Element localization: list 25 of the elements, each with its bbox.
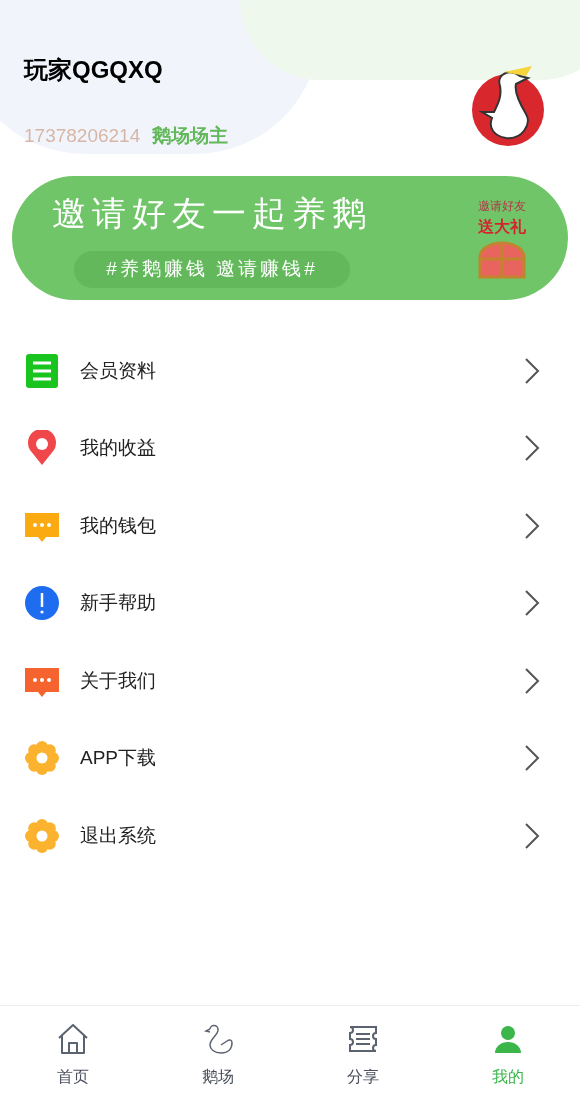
menu-item[interactable]: 我的收益 (0, 409, 580, 487)
chevron-right-icon (524, 744, 540, 773)
chevron-right-icon (524, 511, 540, 540)
menu-item[interactable]: 会员资料 (0, 332, 580, 410)
banner-subtitle: #养鹅赚钱 邀请赚钱# (74, 251, 350, 288)
user-name: 玩家QGQXQ (24, 55, 164, 85)
nav-tab[interactable]: 分享 (290, 1006, 435, 1103)
banner-badge-text: 邀请好友 (478, 198, 526, 215)
user-role: 鹅场场主 (152, 124, 229, 148)
chevron-right-icon (524, 666, 540, 695)
menu-item[interactable]: 我的钱包 (0, 487, 580, 565)
menu-item[interactable]: 关于我们 (0, 642, 580, 720)
menu-item[interactable]: 新手帮助 (0, 564, 580, 642)
menu-item[interactable]: 退出系统 (0, 797, 580, 875)
banner-title: 邀请好友一起养鹅 (52, 192, 372, 236)
menu-item[interactable]: APP下载 (0, 719, 580, 797)
nav-tab[interactable]: 鹅场 (145, 1006, 290, 1103)
chevron-right-icon (524, 821, 540, 850)
treasure-chest-icon (476, 239, 528, 279)
phone-number: 17378206214 (24, 124, 141, 148)
nav-tab[interactable]: 首页 (0, 1006, 145, 1103)
chevron-right-icon (524, 589, 540, 618)
chevron-right-icon (524, 434, 540, 463)
banner-badge-text: 送大礼 (478, 217, 526, 237)
chevron-right-icon (524, 356, 540, 385)
